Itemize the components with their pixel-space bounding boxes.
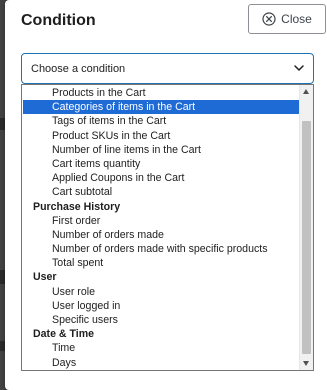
option-applied-coupons-in-the-cart[interactable]: Applied Coupons in the Cart (23, 171, 299, 185)
option-group-purchase-history: Purchase History (33, 200, 121, 213)
option-number-of-orders-made[interactable]: Number of orders made (23, 228, 299, 242)
option-product-skus-in-the-cart[interactable]: Product SKUs in the Cart (23, 129, 299, 143)
option-total-spent[interactable]: Total spent (23, 256, 299, 270)
option-products-in-the-cart[interactable]: Products in the Cart (23, 86, 299, 100)
option-time[interactable]: Time (23, 341, 299, 355)
option-user-role[interactable]: User role (23, 285, 299, 299)
option-group-user: User (33, 271, 57, 284)
close-icon (262, 12, 276, 26)
condition-select[interactable]: Choose a condition (21, 53, 314, 84)
scroll-down-arrow-icon[interactable] (303, 361, 309, 366)
option-number-of-line-items-in-the-cart[interactable]: Number of line items in the Cart (23, 143, 299, 157)
option-cart-items-quantity[interactable]: Cart items quantity (23, 157, 299, 171)
dropdown-scrollbar[interactable] (299, 85, 313, 370)
condition-dialog: Condition Close Choose a condition Produ… (5, 0, 327, 390)
chevron-down-icon (294, 65, 304, 71)
option-tags-of-items-in-the-cart[interactable]: Tags of items in the Cart (23, 114, 299, 128)
condition-select-value: Choose a condition (31, 62, 126, 75)
close-button[interactable]: Close (248, 4, 326, 34)
option-user-logged-in[interactable]: User logged in (23, 299, 299, 313)
option-list: Products in the Cart Categories of items … (23, 86, 299, 370)
option-cart-subtotal[interactable]: Cart subtotal (23, 185, 299, 199)
scrollbar-thumb[interactable] (302, 121, 311, 354)
option-number-of-orders-made-with-specific-products[interactable]: Number of orders made with specific prod… (23, 242, 299, 256)
close-button-label: Close (281, 12, 312, 26)
option-categories-of-items-in-the-cart[interactable]: Categories of items in the Cart (23, 100, 299, 115)
option-specific-users[interactable]: Specific users (23, 313, 299, 327)
scroll-up-arrow-icon[interactable] (303, 89, 309, 94)
option-first-order[interactable]: First order (23, 214, 299, 228)
dialog-title: Condition (21, 12, 96, 29)
condition-dropdown-list: Products in the Cart Categories of items … (21, 84, 314, 371)
option-group-date-and-time: Date & Time (33, 328, 95, 341)
option-days[interactable]: Days (23, 356, 299, 370)
